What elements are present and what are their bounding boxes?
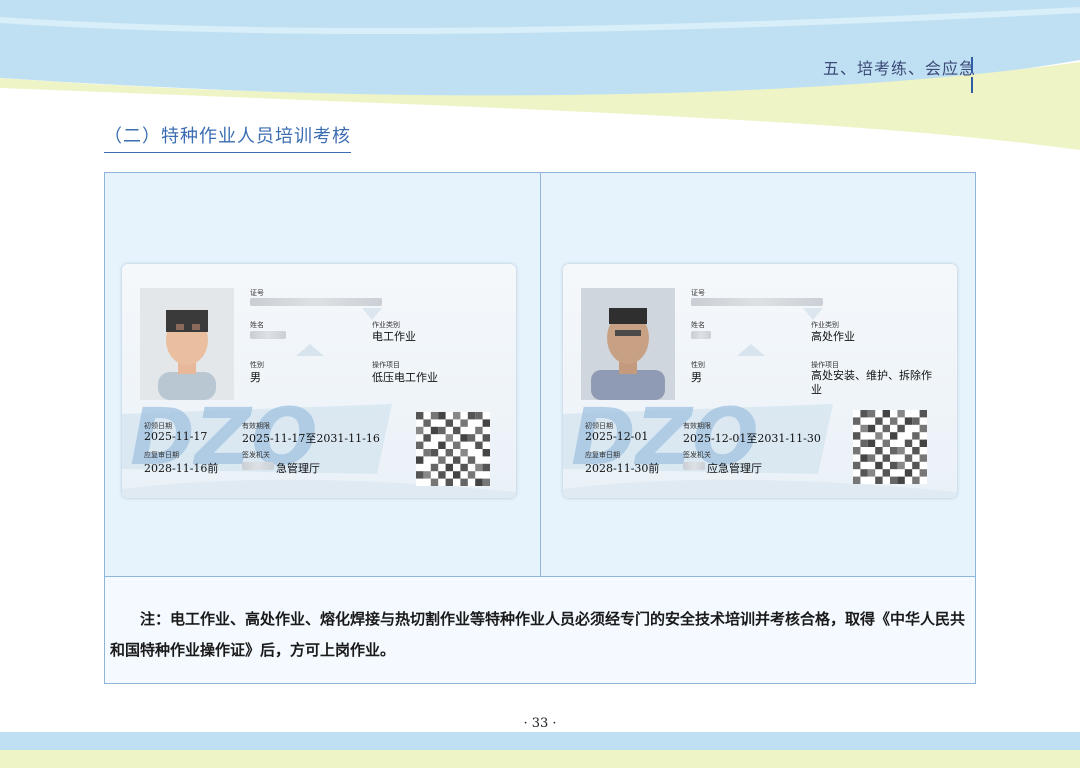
first-issue-value: 2025-11-17 — [144, 430, 208, 443]
label-review: 应复审日期 — [144, 451, 179, 459]
gender-value: 男 — [250, 371, 261, 384]
label-authority: 签发机关 — [242, 451, 270, 459]
review-value: 2028-11-30前 — [585, 462, 660, 475]
item-value: 低压电工作业 — [372, 371, 438, 384]
label-cert-no: 证号 — [691, 289, 705, 297]
label-review: 应复审日期 — [585, 451, 620, 459]
frame-divider-vertical — [540, 172, 541, 576]
holder-photo — [140, 288, 234, 400]
item-value: 高处安装、维护、拆除作业 — [811, 369, 932, 396]
name-redacted — [691, 331, 711, 339]
authority-value: 急管理厅 — [276, 462, 320, 475]
category-value: 高处作业 — [811, 330, 855, 343]
label-name: 姓名 — [250, 321, 264, 329]
category-value: 电工作业 — [372, 330, 416, 343]
name-redacted — [250, 331, 286, 339]
certificate-card-height-work: DZO 证号 姓名 性别 男 作业类别 高处作业 操作项目 高处安装、维护、拆除… — [563, 264, 957, 498]
page-number: · 33 · — [523, 716, 557, 731]
qr-code-icon — [416, 412, 490, 486]
authority-redacted — [242, 462, 274, 470]
valid-value: 2025-11-17至2031-11-16 — [242, 432, 380, 445]
valid-value: 2025-12-01至2031-11-30 — [683, 432, 821, 445]
cert-no-redacted — [691, 298, 823, 306]
cert-no-redacted — [250, 298, 382, 306]
section-title: （二）特种作业人员培训考核 — [104, 122, 351, 153]
authority-value: 应急管理厅 — [707, 462, 762, 475]
chapter-title: 五、培考练、会应急 — [822, 59, 976, 78]
label-name: 姓名 — [691, 321, 705, 329]
qr-code-icon — [853, 410, 927, 484]
authority-redacted — [683, 462, 705, 470]
gender-value: 男 — [691, 371, 702, 384]
chapter-marker-icon — [971, 57, 978, 93]
review-value: 2028-11-16前 — [144, 462, 219, 475]
first-issue-value: 2025-12-01 — [585, 430, 649, 443]
holder-photo — [581, 288, 675, 400]
label-authority: 签发机关 — [683, 451, 711, 459]
note-text: 注：电工作业、高处作业、熔化焊接与热切割作业等特种作业人员必须经专门的安全技术培… — [110, 610, 966, 659]
footer-band-decoration — [0, 732, 1080, 768]
label-cert-no: 证号 — [250, 289, 264, 297]
certificate-card-electrician: DZO 证号 姓名 性别 男 作业类别 电工作业 操作项目 低压电工作业 初领日… — [122, 264, 516, 498]
